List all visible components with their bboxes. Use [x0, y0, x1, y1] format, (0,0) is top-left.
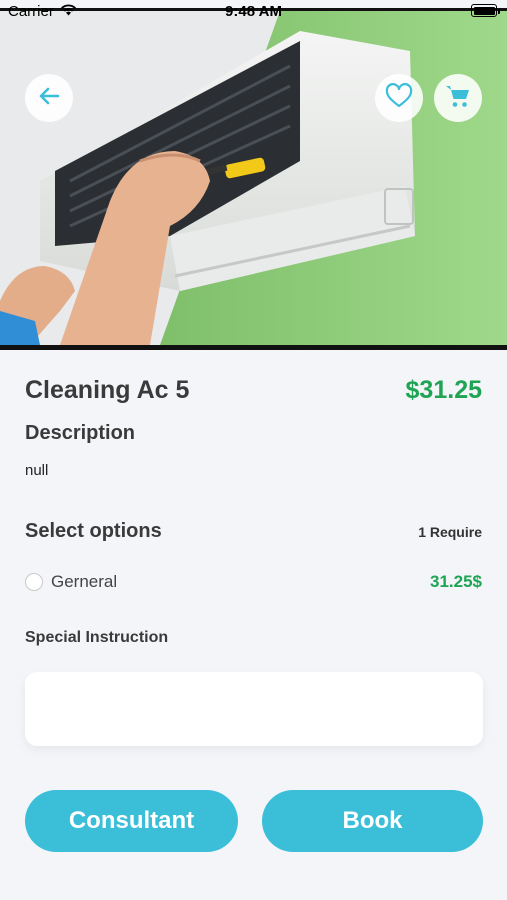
heart-icon	[385, 82, 413, 114]
status-time: 9:48 AM	[225, 3, 282, 20]
option-label: Gerneral	[51, 572, 118, 591]
title-row: Cleaning Ac 5 $31.25	[25, 376, 482, 405]
product-title: Cleaning Ac 5	[25, 376, 190, 404]
back-button[interactable]	[25, 74, 73, 122]
special-instruction-heading: Special Instruction	[25, 629, 169, 646]
product-image	[0, 8, 507, 350]
status-bar: Carrier 9:48 AM	[0, 0, 507, 22]
special-instruction-input[interactable]	[25, 672, 483, 746]
option-radio[interactable]	[25, 573, 43, 591]
arrow-left-icon	[36, 83, 62, 114]
favorite-button[interactable]	[375, 74, 423, 122]
consultant-button[interactable]: Consultant	[25, 790, 238, 852]
cart-button[interactable]	[434, 74, 482, 122]
option-price: 31.25$	[430, 572, 482, 591]
options-requirement: 1 Require	[418, 523, 482, 540]
book-button[interactable]: Book	[262, 790, 483, 852]
options-header: Select options 1 Require	[25, 520, 482, 543]
product-details: Cleaning Ac 5 $31.25 Description null Se…	[0, 350, 507, 900]
product-price: $31.25	[405, 376, 482, 404]
description-text: null	[25, 462, 49, 479]
options-heading: Select options	[25, 520, 162, 542]
option-left: Gerneral	[25, 572, 117, 592]
cart-icon	[444, 83, 472, 114]
description-heading: Description	[25, 422, 136, 444]
battery-icon	[471, 4, 500, 17]
option-item[interactable]: Gerneral 31.25$	[25, 572, 482, 592]
